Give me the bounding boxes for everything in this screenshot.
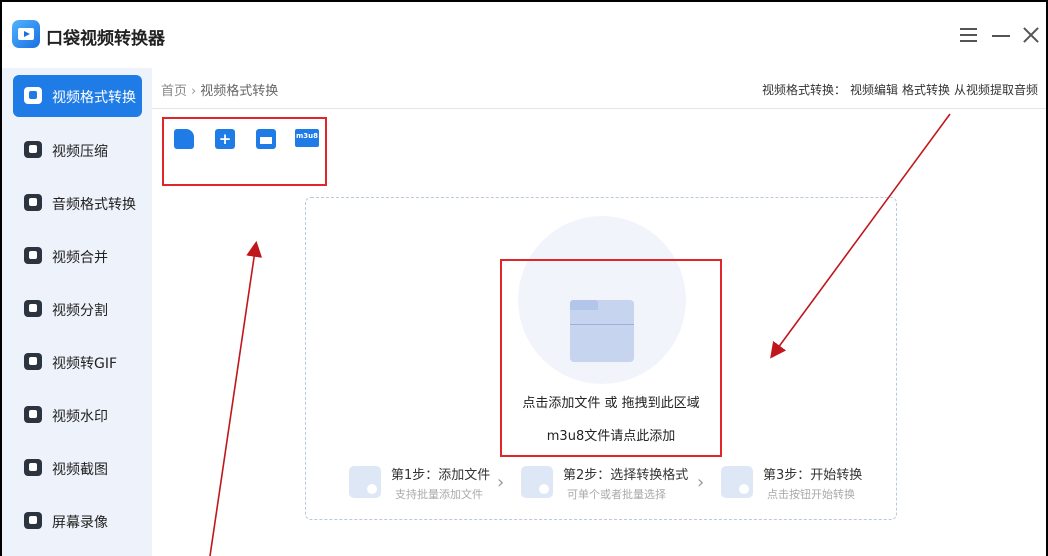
sidebar-item-gif[interactable]: 视频转GIF bbox=[13, 341, 142, 383]
step-1: 第1步：添加文件 支持批量添加文件 bbox=[349, 463, 499, 503]
minimize-icon[interactable] bbox=[990, 24, 1012, 46]
app-title: 口袋视频转换器 bbox=[46, 29, 165, 49]
link-extract-audio[interactable]: 从视频提取音频 bbox=[954, 83, 1038, 97]
batch-icon[interactable] bbox=[256, 129, 276, 149]
header-links: 视频格式转换： 视频编辑 格式转换 从视频提取音频 bbox=[762, 81, 1038, 98]
link-video-edit[interactable]: 视频编辑 bbox=[850, 83, 898, 97]
sidebar-item-compress[interactable]: 视频压缩 bbox=[13, 129, 142, 171]
sidebar-item-label: 视频水印 bbox=[52, 409, 108, 425]
watermark-icon bbox=[24, 406, 42, 423]
sidebar-item-label: 视频截图 bbox=[52, 462, 108, 478]
header-links-prefix: 视频格式转换： bbox=[761, 83, 846, 97]
step-desc: 点击按钮开始转换 bbox=[767, 488, 855, 501]
step-2: 第2步：选择转换格式 可单个或者批量选择 bbox=[521, 463, 696, 503]
audio-convert-icon bbox=[24, 194, 42, 211]
app-logo-icon bbox=[12, 20, 40, 48]
menu-icon[interactable] bbox=[958, 24, 980, 46]
sidebar-item-split[interactable]: 视频分割 bbox=[13, 288, 142, 330]
close-icon[interactable] bbox=[1020, 24, 1042, 46]
screenshot-icon bbox=[24, 459, 42, 476]
drop-zone-text[interactable]: 点击添加文件 或 拖拽到此区域 bbox=[500, 392, 722, 411]
app-window: 口袋视频转换器 视频格式转换 视频压缩 音频格式转换 视频合并 视频分割 视频转… bbox=[2, 2, 1046, 556]
video-convert-icon bbox=[24, 87, 42, 104]
sidebar-item-screenshot[interactable]: 视频截图 bbox=[13, 447, 142, 489]
step-desc: 支持批量添加文件 bbox=[395, 488, 483, 501]
breadcrumb-home[interactable]: 首页 bbox=[161, 84, 187, 99]
m3u8-add-link[interactable]: m3u8文件请点此添加 bbox=[500, 425, 722, 444]
step-title: 第3步：开始转换 bbox=[763, 468, 863, 483]
sidebar-item-watermark[interactable]: 视频水印 bbox=[13, 394, 142, 436]
convert-step-icon bbox=[721, 466, 753, 498]
merge-icon bbox=[24, 247, 42, 264]
step-desc: 可单个或者批量选择 bbox=[567, 488, 666, 501]
sidebar-item-label: 视频转GIF bbox=[52, 356, 118, 372]
sidebar: 视频格式转换 视频压缩 音频格式转换 视频合并 视频分割 视频转GIF 视频水印 bbox=[2, 68, 152, 556]
chevron-right-icon: › bbox=[497, 472, 505, 493]
sidebar-item-label: 视频分割 bbox=[52, 303, 108, 319]
step-3: 第3步：开始转换 点击按钮开始转换 bbox=[721, 463, 871, 503]
header-divider bbox=[152, 108, 1046, 109]
gif-icon bbox=[24, 353, 42, 370]
link-format-convert[interactable]: 格式转换 bbox=[902, 83, 950, 97]
split-icon bbox=[24, 300, 42, 317]
sidebar-item-video-convert[interactable]: 视频格式转换 bbox=[13, 75, 142, 117]
add-file-icon[interactable] bbox=[174, 129, 194, 149]
sidebar-item-audio-convert[interactable]: 音频格式转换 bbox=[13, 182, 142, 224]
add-folder-icon[interactable] bbox=[215, 129, 235, 149]
step-title: 第1步：添加文件 bbox=[391, 468, 491, 483]
breadcrumb-current: 视频格式转换 bbox=[200, 84, 279, 99]
sidebar-item-label: 音频格式转换 bbox=[52, 197, 136, 213]
screen-record-icon bbox=[24, 512, 42, 529]
toolbar: m3u8 bbox=[162, 117, 327, 186]
title-bar: 口袋视频转换器 bbox=[2, 2, 1046, 68]
sidebar-item-label: 视频格式转换 bbox=[52, 90, 136, 106]
sidebar-item-label: 屏幕录像 bbox=[52, 515, 108, 531]
breadcrumb: 首页 › 视频格式转换 bbox=[161, 80, 278, 99]
sidebar-item-screen-record[interactable]: 屏幕录像 bbox=[13, 500, 142, 542]
breadcrumb-separator: › bbox=[191, 84, 197, 99]
format-step-icon bbox=[521, 466, 553, 498]
compress-icon bbox=[24, 141, 42, 158]
m3u8-icon[interactable]: m3u8 bbox=[295, 129, 319, 147]
step-title: 第2步：选择转换格式 bbox=[563, 468, 689, 483]
sidebar-item-label: 视频合并 bbox=[52, 250, 108, 266]
add-file-step-icon bbox=[349, 466, 381, 498]
chevron-right-icon: › bbox=[697, 472, 705, 493]
sidebar-item-label: 视频压缩 bbox=[52, 144, 108, 160]
sidebar-item-merge[interactable]: 视频合并 bbox=[13, 235, 142, 277]
